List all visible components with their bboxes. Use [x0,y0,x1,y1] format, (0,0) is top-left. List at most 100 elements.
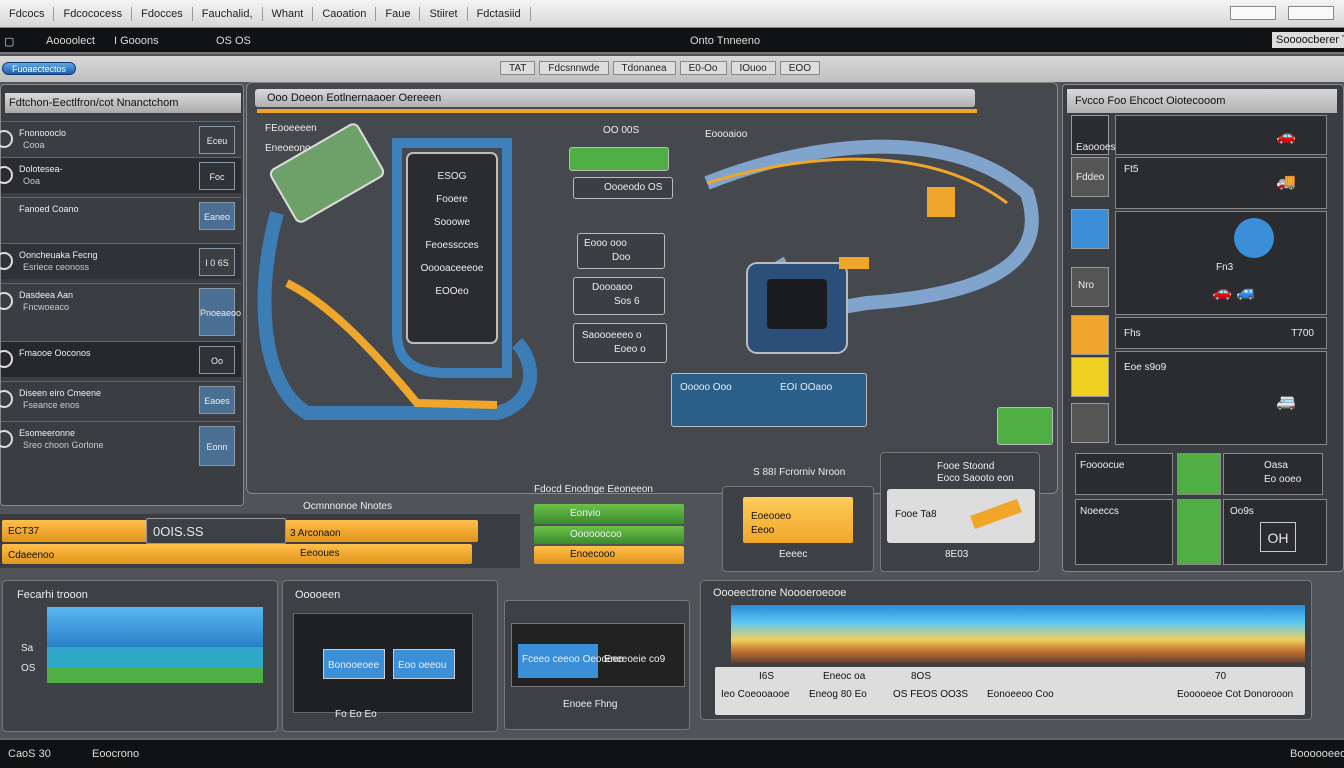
car-icon: 🚗 [1276,128,1296,145]
device-display: Fceeo ceeoo Oeooeeo Eneeoeie co9 [511,623,685,687]
highlight-card[interactable]: Eoeooeo Eeoo Eeeec [722,486,874,572]
list-item[interactable]: Esomeeronne Sreo choon Gorlone Eonn [0,421,241,467]
thumb-tile[interactable] [1071,315,1109,355]
menu-item[interactable]: Fdocces [132,6,193,21]
status-chip-green[interactable] [997,407,1053,445]
list-item-badge: Eaoes [199,386,235,414]
list-item[interactable]: Dolotesea- Ooa Foc Tou8 [0,157,241,210]
chart-band [47,607,263,647]
info-card[interactable]: Doooaoo Sos 6 [573,277,665,315]
info-card-panel[interactable]: Fooe Stoond Eoco Saooto eon Fooe Ta8 8E0… [880,452,1040,572]
vehicle-cell[interactable]: Fn3 🚗 🚙 [1115,211,1327,315]
menu-item[interactable]: Fdcocs [0,6,55,21]
list-item-title: Esomeeronne [19,428,76,438]
status-ring-icon [0,350,13,368]
vehicle-cell[interactable]: Ft5 🚚 [1115,157,1327,209]
panel-title: Fecarhi trooon [17,589,88,601]
header-right-label[interactable]: Soooocberer Toos [1272,32,1344,48]
info-card[interactable]: Eooo ooo Doo [577,233,665,269]
status-chip-green[interactable] [569,147,669,171]
list-item-sub: Fncwoeaco [23,302,70,312]
minimize-button[interactable] [1230,6,1276,20]
menu-item[interactable]: Whant [263,6,314,21]
tab[interactable]: EOO [779,61,820,75]
footer-right-label[interactable]: Boooooeeo [1290,748,1344,760]
header-status-label: OS OS [216,35,251,47]
status-tile[interactable]: Eoo oeeou [393,649,455,679]
tab[interactable]: IOuoo [730,61,776,75]
card-body: Fooe Ta8 [887,489,1035,543]
thumb-tile[interactable] [1071,357,1109,397]
sub-cell[interactable] [1177,499,1221,565]
list-item-title: Diseen eiro Cmeene [19,388,102,398]
list-item[interactable]: Fmaooe Ooconos Oo [0,341,241,377]
menu-item[interactable]: Faue [376,6,421,21]
thumb-tile[interactable]: Nro [1071,267,1109,307]
menu-icon[interactable]: ▢ [4,35,14,48]
status-ring-icon [0,292,13,310]
status-tile[interactable]: Bonooeoee [323,649,385,679]
list-item[interactable]: Diseen eiro Cmeene Fseance enos Eaoes [0,381,241,417]
list-item-sub: Sreo choon Gorlone [23,440,104,450]
gradient-chart-panel: Oooeectrone Noooeroeooe I6S Eneoc oa 8OS… [700,580,1312,720]
maximize-button[interactable] [1288,6,1334,20]
status-bar-green: Oooooocoo [534,526,684,544]
footer-left-label: CaoS 30 [8,748,51,760]
gradient-band [731,605,1305,663]
sub-cell[interactable]: Foooocue [1075,453,1173,495]
axis-tick: Sa [21,643,34,654]
thumb-tile[interactable]: Fddeo [1071,157,1109,197]
device-readout: ESOG Fooere Sooowe Feoesscces Ooooaceeeo… [420,171,484,297]
lower-progress-panel: 0OIS.SS ECT37 3 Arconaon Cdaeenoo Eeooue… [0,514,520,568]
thumb-tile[interactable]: Eaoooess [1071,115,1120,155]
menu-item[interactable]: Caoation [313,6,377,21]
status-badge: OH [1260,522,1296,552]
sub-cell[interactable]: Oo9s OH [1223,499,1327,565]
tab[interactable]: Fdcsnnwde [539,61,609,75]
sub-cell[interactable]: Oasa Eo ooeo [1223,453,1323,495]
list-item[interactable]: Dasdeea Aan Fncwoeaco Pnoeaeoo [0,283,241,339]
diagram-right-caption: S 88I Fcrorniv Nroon [753,467,846,478]
menu-item[interactable]: Fauchalid, [193,6,263,21]
display-highlight: Fceeo ceeoo Oeooeeo [518,644,624,678]
status-indicator-icon [1234,218,1274,258]
tab[interactable]: TAT [500,61,536,75]
list-item[interactable]: Ooncheuaka Fecng Esriece ceonoss I 0 6S [0,243,241,279]
list-item-title: Fnonoooclo [19,128,67,138]
progress-bar-orange [2,544,472,564]
list-item-title: Ooncheuaka Fecng [19,250,98,260]
panel-title: Oooeectrone Noooeroeooe [713,587,847,599]
highlight-bar: Eoeooeo Eeoo [743,497,853,543]
list-item[interactable]: Fanoed Coano Eaneo [1,197,241,233]
vehicle-cell[interactable]: 🚗 [1115,115,1327,155]
menu-item[interactable]: Fdcococess [54,6,133,21]
tab[interactable]: E0-Oo [679,61,727,75]
sub-cell[interactable]: Noeeccs [1075,499,1173,565]
code-label: ECT37 [8,526,40,537]
card-subtitle: Eoco Saooto eon [937,473,1014,484]
sub-cell[interactable] [1177,453,1221,495]
tab[interactable]: Tdonanea [612,61,676,75]
truck-icon: 🚚 [1276,174,1296,191]
menu-bar: Fdcocs Fdcococess Fdocces Fauchalid, Wha… [0,0,1344,28]
list-item[interactable]: Fnonoooclo Cooa Eceu [0,121,241,157]
list-item-title: Fanoed Coano [19,204,79,214]
menu-item[interactable]: Stiiret [420,6,468,21]
wiring-diagram-panel: Ooo Doeon Eotlnernaaoer Oereeen FEooeeee… [246,82,1058,512]
menu-item[interactable]: Fdctasiid [468,6,531,21]
thumb-tile[interactable] [1071,403,1109,443]
toolbar-tabs: TAT Fdcsnnwde Tdonanea E0-Oo IOuoo EOO [500,61,824,75]
left-list-panel: Fdtchon-Eectlfron/cot Nnanctchom Fnonooo… [0,84,244,506]
van-icon: 🚐 [1276,394,1296,411]
header-left-label: Aoooolect [46,35,95,47]
panel-title: Ooooeen [295,589,341,601]
vehicle-cell[interactable]: Eoe s9o9 🚐 [1115,351,1327,445]
thumb-tile[interactable] [1071,209,1109,249]
status-ring-icon [0,166,13,184]
active-mode-pill[interactable]: Fuoaectectos [2,62,76,75]
list-item-badge: Pnoeaeoo [199,288,241,336]
list-item-sub: Esriece ceonoss [23,262,90,272]
bottom-info-box[interactable]: Ooooo Ooo EOI OOaoo [671,373,867,427]
info-card[interactable]: Saoooeeeo o Eoeo o [573,323,667,363]
header-bar: ▢ Aoooolect I Gooons OS OS Onto Tnneeno … [0,28,1344,54]
